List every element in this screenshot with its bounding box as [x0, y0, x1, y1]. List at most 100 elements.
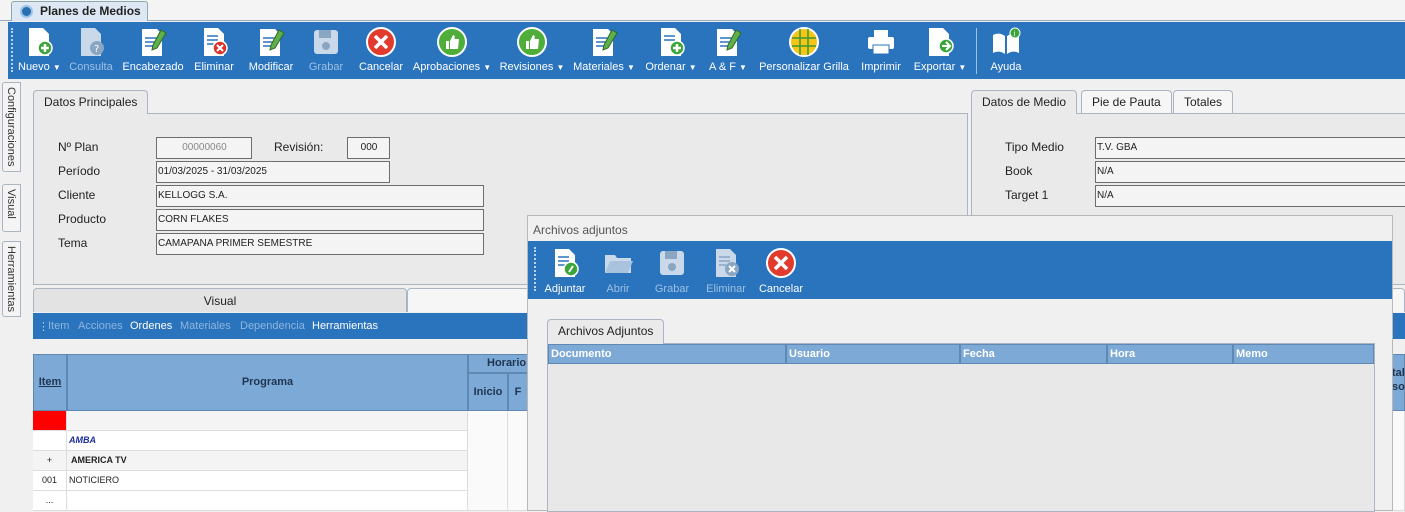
- side-tab-visual[interactable]: Visual: [2, 184, 21, 232]
- encabezado-button[interactable]: Encabezado: [121, 22, 185, 79]
- dialog-toolbar-grip[interactable]: [534, 247, 536, 291]
- personalizar-grilla-button[interactable]: Personalizar Grilla: [757, 22, 851, 79]
- printer-icon: [868, 30, 894, 55]
- subbar-item[interactable]: Item: [48, 320, 69, 332]
- column-documento[interactable]: Documento: [548, 344, 786, 364]
- grid-cell-item[interactable]: [33, 431, 67, 451]
- subbar-materiales[interactable]: Materiales: [180, 320, 231, 332]
- modificar-button[interactable]: Modificar: [245, 22, 297, 79]
- tab-label: Datos de Medio: [982, 95, 1067, 109]
- new-button[interactable]: Nuevo ▼: [18, 22, 61, 79]
- grid-header-item[interactable]: Item: [33, 354, 67, 411]
- grid-header-programa[interactable]: Programa: [67, 354, 468, 411]
- header-label: Horario: [487, 357, 527, 369]
- column-hora[interactable]: Hora: [1107, 344, 1233, 364]
- column-memo[interactable]: Memo: [1233, 344, 1374, 364]
- dialog-title: Archivos adjuntos: [533, 223, 628, 237]
- tab-visual[interactable]: Visual: [33, 288, 407, 312]
- subbar-herramientas[interactable]: Herramientas: [312, 320, 378, 332]
- tab-pie-de-pauta[interactable]: Pie de Pauta: [1081, 90, 1172, 114]
- aprobaciones-label: Aprobaciones: [412, 61, 481, 73]
- side-tab-herramientas[interactable]: Herramientas: [2, 241, 21, 317]
- dialog-cancelar-label: Cancelar: [758, 283, 804, 295]
- aprobaciones-button[interactable]: Aprobaciones ▼: [412, 22, 492, 79]
- revisiones-button[interactable]: Revisiones ▼: [499, 22, 565, 79]
- tab-label: Datos Principales: [44, 95, 138, 109]
- adjuntar-button[interactable]: Adjuntar: [542, 241, 588, 295]
- exportar-button[interactable]: Exportar ▼: [911, 22, 969, 79]
- tipo-medio-field[interactable]: T.V. GBA: [1095, 137, 1405, 159]
- cliente-field[interactable]: KELLOGG S.A.: [156, 185, 484, 207]
- periodo-field[interactable]: 01/03/2025 - 31/03/2025: [156, 161, 390, 183]
- grid-header-inicio[interactable]: Inicio: [468, 373, 508, 411]
- revision-field[interactable]: 000: [347, 137, 390, 159]
- column-usuario[interactable]: Usuario: [786, 344, 960, 364]
- query-doc-icon: ?: [81, 28, 104, 56]
- tema-field[interactable]: CAMAPANA PRIMER SEMESTRE: [156, 233, 484, 255]
- grid-column-right: [1391, 411, 1405, 511]
- grabar-button[interactable]: Grabar: [306, 22, 346, 79]
- grid-header-horario[interactable]: Horario: [468, 354, 528, 373]
- grid-cell-programa[interactable]: NOTICIERO: [67, 471, 468, 491]
- main-toolbar: Nuevo ▼ ? Consulta Encabezado Eliminar M…: [8, 22, 1405, 79]
- subbar-acciones[interactable]: Acciones: [78, 320, 123, 332]
- delete-doc-icon: [204, 28, 228, 56]
- tab-datos-de-medio[interactable]: Datos de Medio: [971, 90, 1078, 114]
- tab-datos-principales[interactable]: Datos Principales: [33, 90, 149, 114]
- a-f-button[interactable]: A & F ▼: [706, 22, 750, 79]
- grid-cell-item[interactable]: 001: [33, 471, 67, 491]
- ordenar-label: Ordenar: [645, 61, 686, 73]
- grid-cell-programa[interactable]: [67, 491, 468, 511]
- periodo-label: Período: [58, 164, 101, 178]
- tab-label: Archivos Adjuntos: [558, 324, 654, 338]
- svg-text:i: i: [1014, 30, 1016, 38]
- subbar-ordenes[interactable]: Ordenes: [130, 320, 172, 332]
- dialog-cancelar-button[interactable]: Cancelar: [758, 241, 804, 295]
- toolbar-grip[interactable]: [11, 28, 13, 72]
- export-icon: [929, 28, 954, 56]
- tab-planes-de-medios[interactable]: Planes de Medios: [11, 1, 148, 21]
- new-doc-icon: [661, 28, 685, 56]
- grabar-label: Grabar: [308, 61, 344, 73]
- header-label: tal: [1392, 367, 1405, 379]
- column-fecha[interactable]: Fecha: [960, 344, 1107, 364]
- abrir-label: Abrir: [606, 283, 630, 295]
- materiales-button[interactable]: Materiales ▼: [571, 22, 637, 79]
- side-tab-label: Herramientas: [5, 246, 17, 313]
- dialog-eliminar-button[interactable]: Eliminar: [704, 241, 748, 295]
- grid-cell-programa[interactable]: AMBA: [67, 431, 468, 451]
- ordenar-button[interactable]: Ordenar ▼: [644, 22, 698, 79]
- imprimir-button[interactable]: Imprimir: [858, 22, 904, 79]
- ayuda-button[interactable]: i Ayuda: [986, 22, 1026, 79]
- grid-cell-programa[interactable]: AMERICA TV: [67, 451, 468, 471]
- table-row[interactable]: [67, 411, 468, 431]
- plan-field[interactable]: 00000060: [156, 137, 252, 159]
- grid-cell-item[interactable]: ...: [33, 491, 67, 511]
- tab-totales[interactable]: Totales: [1173, 90, 1234, 114]
- cancel-icon: [766, 248, 796, 278]
- producto-field[interactable]: CORN FLAKES: [156, 209, 484, 231]
- grid-cell-item[interactable]: +: [33, 451, 67, 471]
- tab-archivos-adjuntos[interactable]: Archivos Adjuntos: [547, 319, 665, 344]
- grid-row-marker[interactable]: [33, 411, 67, 431]
- modificar-label: Modificar: [248, 61, 294, 73]
- header-label: so: [1392, 381, 1405, 393]
- revision-label: Revisión:: [274, 140, 324, 154]
- grid-column-inicio: [468, 411, 508, 511]
- grid-header-fin[interactable]: F: [508, 373, 528, 411]
- dialog-grabar-button[interactable]: Grabar: [652, 241, 692, 295]
- book-field[interactable]: N/A: [1095, 161, 1405, 183]
- abrir-button[interactable]: Abrir: [600, 241, 636, 295]
- consulta-button[interactable]: ? Consulta: [66, 22, 116, 79]
- plan-label: Nº Plan: [58, 140, 99, 154]
- a-f-label: A & F: [709, 61, 736, 73]
- eliminar-button[interactable]: Eliminar: [192, 22, 236, 79]
- side-tab-configuraciones[interactable]: Configuraciones: [2, 82, 21, 172]
- cancelar-button[interactable]: Cancelar: [356, 22, 406, 79]
- archivos-adjuntos-panel: [547, 343, 1375, 512]
- side-tab-label: Configuraciones: [5, 87, 17, 167]
- target-field[interactable]: N/A: [1095, 185, 1405, 207]
- subbar-dependencia[interactable]: Dependencia: [240, 320, 305, 332]
- grid-header-right-fragment[interactable]: tal so: [1391, 354, 1405, 411]
- grid-column-fin: [508, 411, 528, 511]
